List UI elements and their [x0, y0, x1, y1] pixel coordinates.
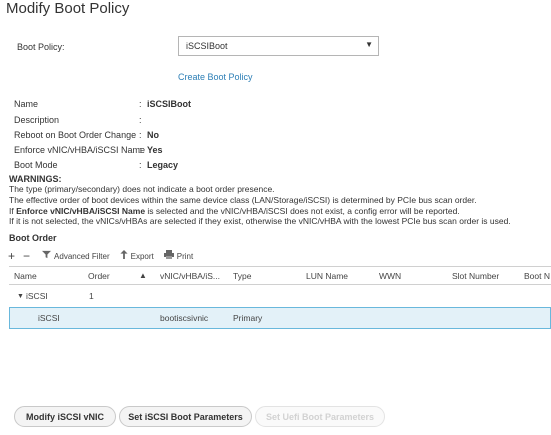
prop-colon: :	[139, 130, 142, 140]
advanced-filter-label: Advanced Filter	[54, 251, 110, 261]
row-name: iSCSI	[38, 313, 60, 323]
row-name: iSCSI	[26, 291, 48, 301]
modify-iscsi-vnic-button[interactable]: Modify iSCSI vNIC	[14, 406, 116, 427]
column-header-lun-name[interactable]: LUN Name	[306, 271, 348, 281]
prop-reboot-value: No	[147, 130, 159, 140]
row-vnic: bootiscsivnic	[160, 313, 209, 323]
prop-colon: :	[139, 145, 142, 155]
prop-name-value: iSCSIBoot	[147, 99, 191, 109]
warning-line: The effective order of boot devices with…	[9, 195, 477, 205]
prop-colon: :	[139, 115, 142, 125]
column-header-wwn[interactable]: WWN	[379, 271, 401, 281]
table-header-divider	[9, 284, 551, 285]
prop-boot-mode-value: Legacy	[147, 160, 179, 170]
column-header-name[interactable]: Name	[14, 271, 37, 281]
prop-colon: :	[139, 160, 142, 170]
set-iscsi-boot-parameters-button[interactable]: Set iSCSI Boot Parameters	[119, 406, 252, 427]
sort-ascending-icon[interactable]: ▲	[139, 271, 147, 280]
boot-policy-selected-value: iSCSIBoot	[186, 41, 228, 51]
prop-reboot-label: Reboot on Boot Order Change	[14, 130, 137, 140]
table-row-selected[interactable]: iSCSI bootiscsivnic Primary	[9, 307, 551, 329]
boot-order-toolbar: + − Advanced Filter Export Print	[8, 249, 203, 263]
warning-line: If it is not selected, the vNICs/vHBAs a…	[9, 216, 511, 226]
boot-order-heading: Boot Order	[9, 233, 57, 243]
row-type: Primary	[233, 313, 263, 323]
prop-enforce-value: Yes	[147, 145, 163, 155]
advanced-filter-button[interactable]: Advanced Filter	[42, 250, 110, 262]
prop-enforce-label: Enforce vNIC/vHBA/iSCSI Name	[14, 145, 146, 155]
column-header-type[interactable]: Type	[233, 271, 251, 281]
column-header-slot-number[interactable]: Slot Number	[452, 271, 499, 281]
add-button[interactable]: +	[8, 249, 15, 263]
column-header-boot-name[interactable]: Boot N	[524, 271, 550, 281]
remove-button[interactable]: −	[23, 249, 30, 263]
export-icon	[120, 250, 128, 262]
warning-emphasis: Enforce vNIC/vHBA/iSCSI Name	[16, 206, 146, 216]
column-header-vnic[interactable]: vNIC/vHBA/iS...	[160, 271, 220, 281]
table-divider	[9, 266, 551, 267]
expand-caret-icon[interactable]: ▼	[17, 293, 24, 300]
boot-policy-select[interactable]: iSCSIBoot ▼	[178, 36, 379, 56]
prop-colon: :	[139, 99, 142, 109]
warnings-heading: WARNINGS:	[9, 174, 62, 184]
prop-description-label: Description	[14, 115, 60, 125]
table-row[interactable]: ▼ iSCSI 1	[9, 287, 551, 306]
printer-icon	[163, 250, 174, 262]
warning-line: The type (primary/secondary) does not in…	[9, 184, 275, 194]
prop-boot-mode-label: Boot Mode	[14, 160, 58, 170]
set-uefi-boot-parameters-button: Set Uefi Boot Parameters	[255, 406, 385, 427]
print-button[interactable]: Print	[163, 250, 194, 262]
create-boot-policy-link[interactable]: Create Boot Policy	[178, 72, 253, 82]
column-header-order[interactable]: Order	[88, 271, 110, 281]
export-button[interactable]: Export	[120, 250, 154, 262]
warning-text: is selected and the vNIC/vHBA/iSCSI does…	[145, 206, 460, 216]
boot-policy-label: Boot Policy:	[17, 42, 65, 52]
prop-name-label: Name	[14, 99, 39, 109]
filter-icon	[42, 250, 52, 262]
export-label: Export	[130, 251, 154, 261]
warning-line: If Enforce vNIC/vHBA/iSCSI Name is selec…	[9, 206, 460, 216]
page-title: Modify Boot Policy	[6, 0, 130, 17]
chevron-down-icon: ▼	[365, 40, 373, 49]
row-order: 1	[89, 291, 94, 301]
print-label: Print	[176, 251, 194, 261]
